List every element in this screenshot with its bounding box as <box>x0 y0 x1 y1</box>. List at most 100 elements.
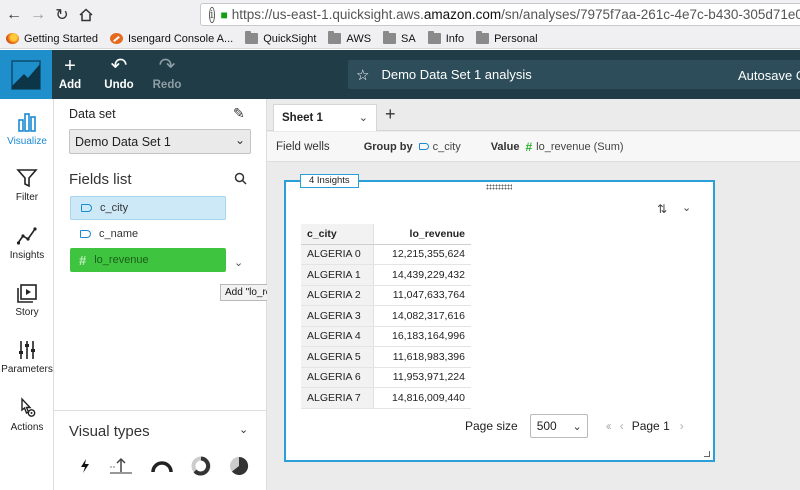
rail-visualize[interactable]: Visualize <box>0 111 54 147</box>
bookmark-isengard[interactable]: Isengard Console A... <box>110 33 233 45</box>
folder-icon <box>383 31 397 44</box>
table-cell-revenue: 11,953,971,224 <box>373 367 471 388</box>
bookmark-quicksight[interactable]: QuickSight <box>245 31 316 45</box>
autosave-status[interactable]: Autosave On <box>738 68 800 83</box>
first-page-icon[interactable]: ‹‹ <box>606 419 612 433</box>
field-wells-label: Field wells <box>276 140 330 153</box>
field-c-city[interactable]: c_city <box>70 196 226 220</box>
dimension-tag-icon <box>418 143 429 150</box>
star-icon[interactable]: ☆ <box>356 66 369 84</box>
redo-button[interactable]: ↷ Redo <box>145 55 189 91</box>
swap-axes-icon[interactable]: ⇅ <box>657 202 667 216</box>
measure-hash-icon: # <box>79 252 87 268</box>
table-row[interactable]: ALGERIA 4 16,183,164,996 <box>301 326 471 347</box>
bookmark-aws[interactable]: AWS <box>328 31 371 45</box>
page-size-select[interactable]: 500 ⌄ <box>529 414 588 438</box>
bookmark-info[interactable]: Info <box>427 31 464 45</box>
url-prefix: https://us-east-1.quicksight.aws. <box>231 7 424 22</box>
collapse-chevron-icon[interactable]: ⌄ <box>239 423 248 436</box>
pencil-icon[interactable]: ✎ <box>233 105 245 122</box>
rail-insights[interactable]: Insights <box>0 225 54 261</box>
pie-chart-icon[interactable] <box>229 456 249 476</box>
rail-filter[interactable]: Filter <box>0 167 54 203</box>
table-cell-city: ALGERIA 5 <box>301 346 374 368</box>
dataset-value: Demo Data Set 1 <box>75 134 171 149</box>
group-by-label: Group by <box>363 140 413 153</box>
group-by-well[interactable]: c_city <box>418 141 461 153</box>
analysis-title-bar[interactable]: ☆ Demo Data Set 1 analysis <box>348 60 800 89</box>
folder-icon <box>427 31 441 44</box>
back-arrow-icon[interactable]: ← <box>4 5 24 25</box>
quicksight-logo[interactable] <box>0 50 52 99</box>
tab-sheet-1[interactable]: Sheet 1 ⌄ <box>273 104 377 131</box>
table-row[interactable]: ALGERIA 7 14,816,009,440 <box>301 387 471 409</box>
forward-arrow-icon[interactable]: → <box>28 5 48 25</box>
horizontal-bar-icon[interactable] <box>109 457 133 475</box>
chevron-down-icon: ⌄ <box>572 421 582 433</box>
info-icon[interactable]: i <box>209 6 215 23</box>
visual-menu-chevron-icon[interactable]: ⌄ <box>682 201 691 214</box>
drag-handle-icon[interactable] <box>486 184 512 190</box>
value-well[interactable]: # lo_revenue (Sum) <box>525 140 623 154</box>
bar-chart-icon <box>18 113 36 132</box>
next-page-icon[interactable]: › <box>680 419 684 433</box>
table-cell-revenue: 14,816,009,440 <box>373 387 471 409</box>
sheet-tabs: Sheet 1 ⌄ + <box>267 99 800 131</box>
home-icon[interactable] <box>76 5 96 25</box>
analysis-title: Demo Data Set 1 analysis <box>381 67 532 82</box>
donut-icon[interactable] <box>191 456 211 476</box>
previous-page-icon[interactable]: ‹ <box>620 419 624 433</box>
table-row[interactable]: ALGERIA 3 14,082,317,616 <box>301 305 471 327</box>
bookmarks-bar: Getting Started Isengard Console A... Qu… <box>0 29 800 49</box>
bookmark-personal[interactable]: Personal <box>476 31 538 45</box>
bookmark-sa[interactable]: SA <box>383 31 416 45</box>
url-path: /sn/analyses/7975f7aa-261c-4e7c-b430-305… <box>501 7 800 22</box>
table-cell-city: ALGERIA 4 <box>301 326 374 347</box>
folder-icon <box>476 31 490 44</box>
add-button[interactable]: + Add <box>48 55 92 91</box>
visual-types-title: Visual types <box>69 423 150 440</box>
visual-type-icons <box>79 456 267 476</box>
column-header-lo-revenue[interactable]: lo_revenue <box>373 224 471 245</box>
dimension-tag-icon <box>80 230 91 238</box>
undo-button[interactable]: ↶ Undo <box>97 55 141 91</box>
field-c-name[interactable]: c_name <box>70 222 226 246</box>
table-cell-revenue: 16,183,164,996 <box>373 326 471 347</box>
gauge-icon[interactable] <box>151 459 173 473</box>
table-row[interactable]: ALGERIA 1 14,439,229,432 <box>301 264 471 286</box>
table-cell-city: ALGERIA 6 <box>301 367 374 388</box>
rail-story[interactable]: Story <box>0 282 54 318</box>
search-icon[interactable] <box>234 172 247 188</box>
table-row[interactable]: ALGERIA 5 11,618,983,396 <box>301 346 471 368</box>
field-wells[interactable]: Field wells Group by c_city Value # lo_r… <box>267 132 800 162</box>
table-cell-revenue: 14,439,229,432 <box>373 264 471 286</box>
dataset-select[interactable]: Demo Data Set 1 ⌄ <box>69 129 251 154</box>
add-sheet-plus-icon[interactable]: + <box>385 104 396 125</box>
chevron-down-icon[interactable]: ⌄ <box>359 111 368 124</box>
resize-handle-icon[interactable] <box>704 451 710 457</box>
rail-parameters[interactable]: Parameters <box>0 339 54 375</box>
field-menu-chevron-icon[interactable]: ⌄ <box>234 256 243 269</box>
fields-list-title: Fields list <box>69 171 132 188</box>
isengard-icon <box>110 33 123 44</box>
redo-icon: ↷ <box>158 55 176 77</box>
reload-icon[interactable]: ↻ <box>52 5 72 25</box>
bookmark-getting-started[interactable]: Getting Started <box>6 33 98 45</box>
column-header-c-city[interactable]: c_city <box>301 224 374 245</box>
rail-actions[interactable]: Actions <box>0 397 54 433</box>
firefox-icon <box>6 33 19 44</box>
field-lo-revenue[interactable]: # lo_revenue <box>70 248 226 272</box>
url-domain: amazon.com <box>423 7 502 22</box>
address-bar[interactable]: i ■ https://us-east-1.quicksight.aws. ama… <box>200 3 800 26</box>
funnel-icon <box>16 169 38 188</box>
autograph-icon[interactable] <box>79 458 91 474</box>
table-row[interactable]: ALGERIA 2 11,047,633,764 <box>301 285 471 306</box>
table-row[interactable]: ALGERIA 0 12,215,355,624 <box>301 244 471 265</box>
insights-badge[interactable]: 4 Insights <box>300 174 359 188</box>
undo-icon: ↶ <box>110 55 128 77</box>
table-row[interactable]: ALGERIA 6 11,953,971,224 <box>301 367 471 388</box>
page-indicator: Page 1 <box>631 419 670 433</box>
app-header: + Add ↶ Undo ↷ Redo ☆ Demo Data Set 1 an… <box>0 50 800 99</box>
table-visual[interactable]: 4 Insights ⇅ ⌄ c_city lo_revenue ALGERIA… <box>284 174 715 462</box>
table-cell-city: ALGERIA 1 <box>301 264 374 286</box>
